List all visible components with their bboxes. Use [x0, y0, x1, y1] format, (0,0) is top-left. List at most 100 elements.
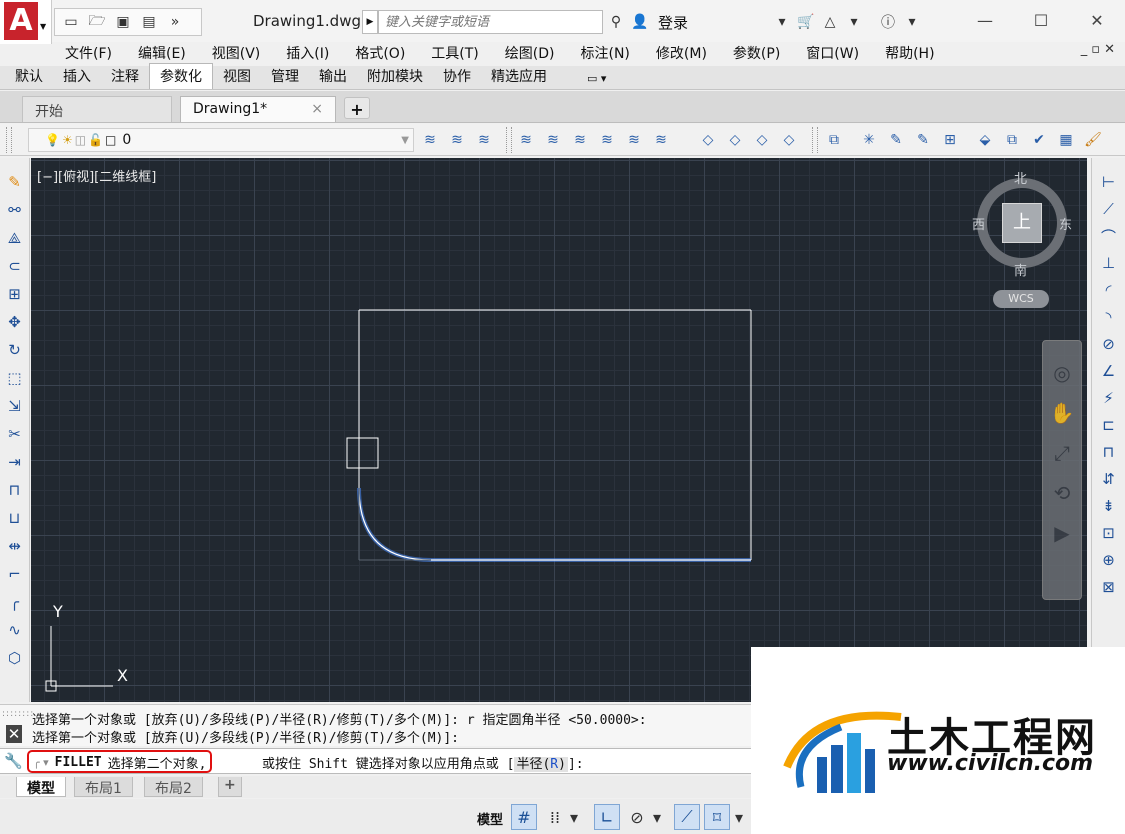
ribbon-tab[interactable]: 协作 — [433, 64, 481, 89]
ribbon-tab[interactable]: 管理 — [261, 64, 309, 89]
baseline-icon[interactable]: ⊏ — [1098, 413, 1120, 437]
pan-hand-icon[interactable]: ✋ — [1048, 399, 1076, 427]
close-command-line-icon[interactable]: ✕ — [6, 725, 22, 743]
compass-west[interactable]: 西 — [972, 214, 985, 233]
steering-wheel-icon[interactable]: ◎ — [1048, 359, 1076, 387]
tab-drawing1[interactable]: Drawing1* × — [180, 96, 336, 122]
aligned-dimension-icon[interactable]: ⟋ — [1098, 197, 1120, 221]
cart-icon[interactable]: 🛒 — [796, 12, 816, 32]
fillet-arc-and-bottom-line[interactable] — [358, 487, 751, 561]
layer-unlock-icon[interactable]: ◇ — [777, 128, 801, 152]
offset-icon[interactable]: ⊂ — [4, 254, 26, 278]
linear-dimension-icon[interactable]: ⊢ — [1098, 170, 1120, 194]
move-icon[interactable]: ✥ — [4, 310, 26, 334]
snap-icon[interactable]: ⁞⁞ — [542, 804, 568, 830]
ribbon-tab[interactable]: 输出 — [309, 64, 357, 89]
scale-icon[interactable]: ⬚ — [4, 366, 26, 390]
menu-item[interactable]: 插入(I) — [273, 43, 342, 63]
mdi-window-controls[interactable]: _▫✕ — [1081, 42, 1119, 57]
open-folder-icon[interactable]: 🗁 — [87, 12, 107, 32]
tab-model[interactable]: 模型 — [16, 777, 66, 797]
layer-change-icon[interactable]: ≋ — [541, 128, 565, 152]
radius-icon[interactable]: ◜ — [1098, 278, 1120, 302]
menu-item[interactable]: 格式(O) — [342, 43, 418, 63]
drawing-area[interactable]: [−][俯视][二维线框] 上 北 南 西 东 WCS ◎ ✋ ⤢ ⟲ ▶ Y — [31, 158, 1087, 702]
command-line[interactable]: 🔧 ╭ ▾ FILLET 选择第二个对象, 或按住 Shift 键选择对象以应用… — [0, 748, 780, 774]
chevron-down-icon[interactable]: ▾ — [844, 12, 864, 32]
chevron-down-icon[interactable]: ▾ — [902, 12, 922, 32]
fillet-icon[interactable]: ╭ — [4, 590, 26, 614]
toolbar-grip[interactable] — [6, 127, 12, 153]
ribbon-tab[interactable]: 注释 — [101, 64, 149, 89]
join-icon[interactable]: ⇹ — [4, 534, 26, 558]
wcs-menu[interactable]: WCS — [993, 290, 1049, 308]
layer-states-icon[interactable]: ≋ — [472, 128, 496, 152]
angular-icon[interactable]: ∠ — [1098, 359, 1120, 383]
new-file-icon[interactable]: ▭ — [61, 12, 81, 32]
login-link[interactable]: 登录 — [658, 12, 688, 33]
layer-off-icon[interactable]: ◇ — [696, 128, 720, 152]
add-layout-button[interactable]: + — [218, 777, 242, 797]
layer-unisolate-icon[interactable]: ≋ — [595, 128, 619, 152]
layer-previous-icon[interactable]: ≋ — [445, 128, 469, 152]
blend-curves-icon[interactable]: ∿ — [4, 618, 26, 642]
trim-icon[interactable]: ✂ — [4, 422, 26, 446]
binoculars-icon[interactable]: ⚲ — [606, 12, 626, 32]
make-current-layer-icon[interactable]: ≋ — [418, 128, 442, 152]
toolbar-grip[interactable] — [506, 127, 512, 153]
quick-dimension-icon[interactable]: ⚡ — [1098, 386, 1120, 410]
ordinate-icon[interactable]: ⊥ — [1098, 251, 1120, 275]
more-icon[interactable]: » — [165, 12, 185, 32]
chevron-down-icon[interactable]: ▾ — [567, 804, 581, 830]
layer-isolate-icon[interactable]: ≋ — [568, 128, 592, 152]
ortho-icon[interactable]: ∟ — [594, 804, 620, 830]
radius-option[interactable]: 半径(R) — [514, 757, 568, 772]
menu-item[interactable]: 编辑(E) — [125, 43, 199, 63]
layer-dropdown[interactable]: 💡 ☀ ◫ 🔓 □ 0 ▼ — [28, 128, 414, 152]
table-icon[interactable]: ▦ — [1054, 128, 1078, 152]
user-icon[interactable]: 👤 — [630, 12, 650, 32]
search-expand-icon[interactable]: ▶ — [362, 10, 378, 34]
ribbon-tab[interactable]: 视图 — [213, 64, 261, 89]
close-icon[interactable]: × — [311, 101, 323, 117]
break-icon[interactable]: ⊔ — [4, 506, 26, 530]
stretch-icon[interactable]: ⇲ — [4, 394, 26, 418]
save-as-icon[interactable]: ▤ — [139, 12, 159, 32]
ribbon-minimize-icon[interactable]: ▭ ▾ — [587, 72, 606, 89]
triangle-connect-icon[interactable]: △ — [820, 12, 840, 32]
space-icon[interactable]: ⇵ — [1098, 467, 1120, 491]
chevron-down-icon[interactable]: ▾ — [732, 804, 746, 830]
polar-tracking-icon[interactable]: ⊘ — [624, 804, 650, 830]
minimize-icon[interactable]: — — [957, 0, 1013, 40]
menu-item[interactable]: 窗口(W) — [793, 43, 872, 63]
zoom-extents-icon[interactable]: ⤢ — [1048, 439, 1076, 467]
ribbon-tab[interactable]: 参数化 — [149, 63, 213, 89]
layer-freeze-icon[interactable]: ◇ — [723, 128, 747, 152]
break-at-point-icon[interactable]: ⊓ — [4, 478, 26, 502]
copy-icon[interactable]: ⚯ — [4, 198, 26, 222]
continue-icon[interactable]: ⊓ — [1098, 440, 1120, 464]
menu-item[interactable]: 帮助(H) — [872, 43, 947, 63]
tab-layout1[interactable]: 布局1 — [74, 777, 133, 797]
copy-objects-icon[interactable]: ⧉ — [822, 128, 846, 152]
ribbon-tab[interactable]: 插入 — [53, 64, 101, 89]
menu-item[interactable]: 参数(P) — [720, 43, 793, 63]
new-tab-button[interactable]: + — [344, 97, 370, 119]
layer-lock-icon[interactable]: ◇ — [750, 128, 774, 152]
compass-east[interactable]: 东 — [1059, 214, 1072, 233]
compass-north[interactable]: 北 — [1014, 168, 1027, 187]
copy-clip-icon[interactable]: ⧉ — [1000, 128, 1024, 152]
customize-wrench-icon[interactable]: 🔧 — [4, 752, 23, 770]
grip-handle[interactable]: :::::::: — [2, 709, 33, 719]
array-icon[interactable]: ⊞ — [938, 128, 962, 152]
object-snap-icon[interactable]: ⌑ — [704, 804, 730, 830]
edit-icon[interactable]: ✎ — [911, 128, 935, 152]
chamfer-icon[interactable]: ⌐ — [4, 562, 26, 586]
chevron-down-icon[interactable]: ▾ — [772, 12, 792, 32]
menu-item[interactable]: 绘图(D) — [492, 43, 568, 63]
maximize-icon[interactable]: ☐ — [1013, 0, 1069, 40]
recent-commands-icon[interactable]: ╭ ▾ — [33, 756, 49, 769]
center-mark-icon[interactable]: ⊕ — [1098, 548, 1120, 572]
ribbon-tab[interactable]: 附加模块 — [357, 64, 433, 89]
explode-icon[interactable]: ✳ — [857, 128, 881, 152]
